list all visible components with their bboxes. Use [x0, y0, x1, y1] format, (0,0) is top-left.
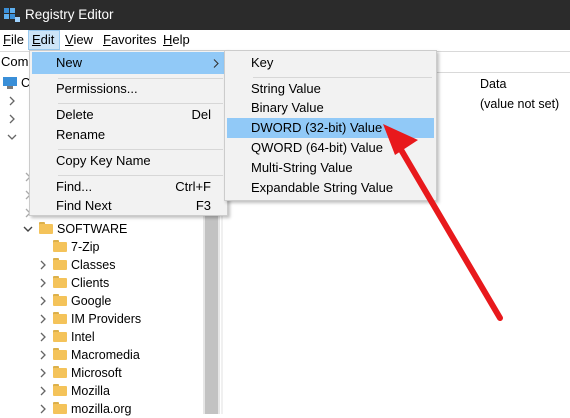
menu-item-label: Rename [56, 127, 106, 142]
tree-row[interactable]: Clients [36, 274, 196, 292]
menu-bar: File Edit View Favorites Help [0, 30, 570, 50]
tree-row[interactable]: Intel [36, 328, 196, 346]
chevron-right-icon[interactable] [34, 382, 52, 400]
folder-icon [53, 348, 67, 360]
menu-edit[interactable]: Edit [28, 30, 60, 50]
folder-icon [53, 312, 67, 324]
new-submenu: Key String Value Binary Value DWORD (32-… [224, 50, 437, 201]
menu-favorites[interactable]: Favorites [100, 30, 159, 50]
tree-row[interactable]: Macromedia [36, 346, 196, 364]
menu-item-label: Binary Value [251, 100, 324, 115]
menu-item-copy-key-name[interactable]: Copy Key Name [32, 150, 225, 172]
menu-view[interactable]: View [62, 30, 96, 50]
tree-label: Google [71, 294, 112, 308]
tree-row-software[interactable]: SOFTWARE [19, 220, 199, 238]
menu-file[interactable]: File [0, 30, 27, 50]
menu-item-new[interactable]: New [32, 52, 225, 74]
folder-icon [53, 330, 67, 342]
tree-label: 7-Zip [71, 240, 100, 254]
menu-item-label: Expandable String Value [251, 180, 394, 195]
menu-item-dword-value[interactable]: DWORD (32-bit) Value [227, 118, 434, 138]
registry-editor-icon [4, 8, 20, 22]
folder-icon [39, 222, 53, 234]
chevron-down-icon[interactable] [19, 220, 37, 238]
tree-row[interactable]: IM Providers [36, 310, 196, 328]
folder-icon [53, 240, 67, 252]
menu-item-binary-value[interactable]: Binary Value [227, 97, 434, 119]
chevron-right-icon[interactable] [34, 274, 52, 292]
menu-item-label: Multi-String Value [251, 160, 353, 175]
chevron-right-icon[interactable] [34, 292, 52, 310]
tree-row[interactable]: Google [36, 292, 196, 310]
menu-item-label: Delete [56, 107, 94, 122]
menu-item-label: Find Next [56, 198, 112, 213]
tree-scrollbar-thumb[interactable] [205, 200, 218, 414]
chevron-right-icon[interactable] [34, 328, 52, 346]
chevron-right-icon [213, 59, 219, 68]
tree-label: IM Providers [71, 312, 142, 326]
tree-row[interactable]: mozilla.org [36, 400, 196, 418]
value-data-cell[interactable]: (value not set) [480, 97, 559, 111]
chevron-right-icon[interactable] [34, 364, 52, 382]
computer-icon [3, 77, 17, 89]
menu-item-key[interactable]: Key [227, 52, 434, 74]
menu-item-permissions[interactable]: Permissions... [32, 78, 225, 100]
tree-label: Intel [71, 330, 95, 344]
menu-shortcut: Del [191, 107, 211, 122]
menu-item-label: DWORD (32-bit) Value [251, 120, 383, 135]
tree-row[interactable]: Mozilla [36, 382, 196, 400]
tree-label: mozilla.org [71, 402, 132, 416]
tree-row[interactable]: Microsoft [36, 364, 196, 382]
folder-icon [53, 276, 67, 288]
menu-shortcut: F3 [195, 198, 211, 213]
menu-item-expandable-string-value[interactable]: Expandable String Value [227, 177, 434, 199]
tree-label: Mozilla [71, 384, 110, 398]
address-text: Com [1, 54, 29, 69]
chevron-right-icon[interactable] [34, 256, 52, 274]
chevron-right-icon[interactable] [34, 400, 52, 418]
chevron-right-icon[interactable] [34, 310, 52, 328]
folder-icon [53, 366, 67, 378]
tree-label: Microsoft [71, 366, 122, 380]
menu-item-rename[interactable]: Rename [32, 124, 225, 146]
tree-label-software: SOFTWARE [57, 222, 128, 236]
chevron-right-icon[interactable] [34, 346, 52, 364]
chevron-right-icon[interactable] [3, 92, 21, 110]
folder-icon [53, 294, 67, 306]
tree-label: Clients [71, 276, 110, 290]
menu-item-label: Copy Key Name [56, 153, 151, 168]
folder-icon [53, 402, 67, 414]
menu-item-find-next[interactable]: Find Next F3 [32, 195, 225, 217]
tree-label: Classes [71, 258, 116, 272]
menu-help[interactable]: Help [160, 30, 193, 50]
tree-label: Macromedia [71, 348, 140, 362]
folder-icon [53, 384, 67, 396]
window-title: Registry Editor [25, 7, 114, 22]
menu-item-label: QWORD (64-bit) Value [251, 140, 383, 155]
menu-item-label: Key [251, 55, 274, 70]
folder-icon [53, 258, 67, 270]
menu-item-multi-string-value[interactable]: Multi-String Value [227, 157, 434, 179]
tree-row[interactable]: Classes [36, 256, 196, 274]
title-bar: Registry Editor [0, 0, 570, 30]
column-header-data[interactable]: Data [480, 77, 506, 91]
menu-item-label: New [56, 55, 83, 70]
chevron-right-icon[interactable] [3, 110, 21, 128]
menu-item-label: Permissions... [56, 81, 138, 96]
menu-item-qword-value[interactable]: QWORD (64-bit) Value [227, 137, 434, 159]
edit-menu: New Permissions... Delete Del Rename Cop… [29, 50, 228, 216]
menu-item-delete[interactable]: Delete Del [32, 104, 225, 126]
tree-row[interactable]: 7-Zip [36, 238, 196, 256]
chevron-down-icon[interactable] [3, 128, 21, 146]
